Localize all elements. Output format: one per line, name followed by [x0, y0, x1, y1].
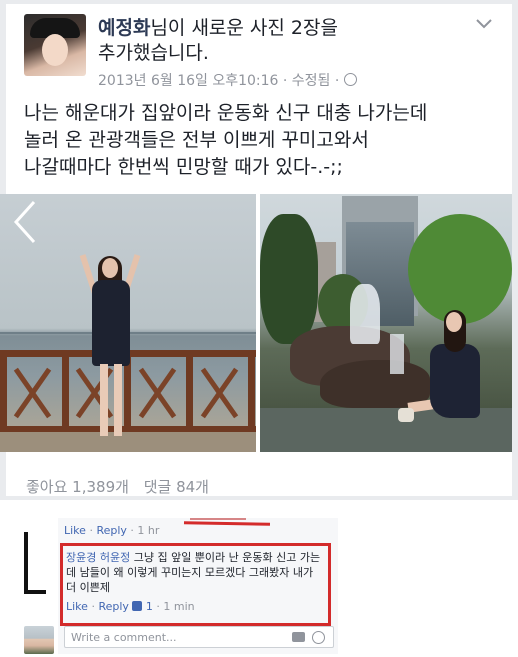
- author-avatar[interactable]: [24, 14, 86, 76]
- like-link[interactable]: Like: [66, 600, 88, 613]
- write-comment-input[interactable]: Write a comment...: [64, 626, 334, 648]
- previous-comment-actions: Like · Reply · 1 hr: [64, 524, 159, 537]
- comment-body: 장윤경 허윤정 그냥 집 앞일 뿐이라 난 운동화 신고 가는데 남들이 왜 이…: [66, 550, 324, 595]
- likes-count[interactable]: 좋아요 1,389개: [26, 478, 129, 496]
- woman-figure: [392, 304, 492, 444]
- post-stats: 좋아요 1,389개 댓글 84개: [26, 476, 219, 497]
- post-text: 나는 해운대가 집앞이라 운동화 신구 대충 나가는데 놀러 온 관광객들은 전…: [24, 100, 500, 181]
- woman-figure: [76, 246, 146, 446]
- comment-author[interactable]: 장윤경 허윤정: [66, 551, 130, 564]
- comments-count[interactable]: 댓글 84개: [144, 478, 209, 496]
- reply-link[interactable]: Reply: [96, 524, 126, 537]
- black-bracket-mark: [24, 532, 46, 594]
- emoji-icon[interactable]: [312, 631, 325, 644]
- comment-like-count[interactable]: 1: [146, 600, 153, 613]
- post-action-line2: 추가했습니다.: [98, 42, 209, 64]
- globe-icon[interactable]: [343, 73, 357, 86]
- post-text-line: 나갈때마다 한번씩 민망할 때가 있다-.-;;: [24, 156, 343, 178]
- facebook-post: 예정화님이 새로운 사진 2장을 추가했습니다. 2013년 6월 16일 오후…: [0, 0, 518, 500]
- chevron-down-icon[interactable]: [476, 14, 492, 33]
- post-meta: 2013년 6월 16일 오후10:16 · 수정됨 ·: [98, 70, 357, 90]
- reply-link[interactable]: Reply: [98, 600, 128, 613]
- comment-time[interactable]: · 1 hr: [130, 524, 159, 537]
- camera-icon[interactable]: [292, 632, 305, 642]
- chevron-left-icon[interactable]: [10, 200, 40, 244]
- like-link[interactable]: Like: [64, 524, 86, 537]
- thumbs-up-icon: [132, 601, 143, 611]
- comment-actions: Like · Reply 1 · 1 min: [66, 600, 195, 613]
- redaction-mark: [190, 518, 246, 520]
- comments-section: Like · Reply · 1 hr 장윤경 허윤정 그냥 집 앞일 뿐이라 …: [0, 516, 518, 657]
- separator-dot: ·: [91, 600, 95, 613]
- post-action-line1: 님이 새로운 사진 2장을: [150, 17, 338, 39]
- post-text-line: 나는 해운대가 집앞이라 운동화 신구 대충 나가는데: [24, 102, 428, 124]
- post-timestamp[interactable]: 2013년 6월 16일 오후10:16 · 수정됨 ·: [98, 73, 339, 89]
- separator: [0, 500, 518, 516]
- author-name[interactable]: 예정화: [98, 17, 150, 39]
- post-text-line: 놀러 온 관광객들은 전부 이쁘게 꾸미고와서: [24, 129, 369, 151]
- viewer-avatar[interactable]: [24, 626, 54, 654]
- post-header: 예정화님이 새로운 사진 2장을 추가했습니다.: [98, 16, 468, 66]
- write-comment-placeholder: Write a comment...: [71, 631, 177, 644]
- post-photo-fountain[interactable]: [260, 194, 512, 452]
- comment-time[interactable]: · 1 min: [156, 600, 194, 613]
- separator-dot: ·: [89, 524, 93, 537]
